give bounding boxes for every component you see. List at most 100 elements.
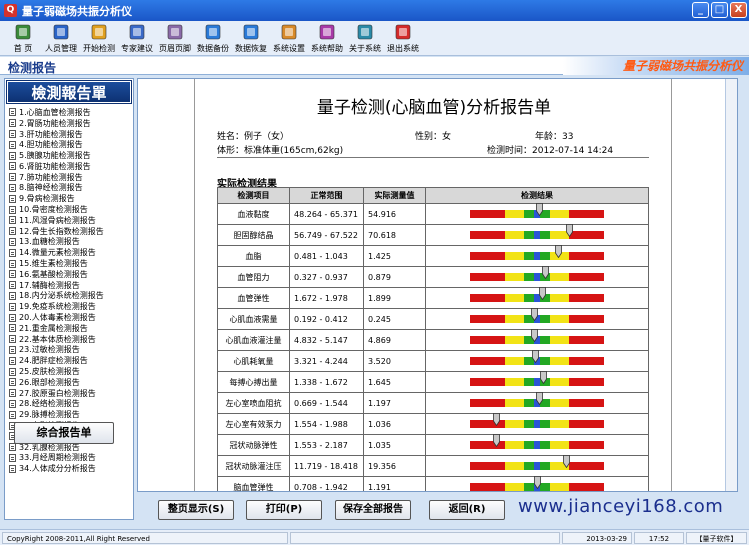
result-item: 心肌血液灌注量 bbox=[217, 329, 290, 351]
toolbar-button-settings[interactable]: 系统设置 bbox=[270, 21, 308, 55]
document-icon bbox=[9, 410, 16, 419]
report-list-item[interactable]: 7.肺功能检测报告 bbox=[5, 172, 133, 183]
result-gauge bbox=[470, 266, 604, 281]
close-button[interactable]: X bbox=[730, 2, 747, 18]
report-list-item[interactable]: 10.骨密度检测报告 bbox=[5, 204, 133, 215]
report-list-item[interactable]: 23.过敏检测报告 bbox=[5, 345, 133, 356]
home-icon bbox=[14, 23, 32, 41]
back-button[interactable]: 返回(R) bbox=[429, 500, 505, 520]
report-list-item[interactable]: 26.眼部检测报告 bbox=[5, 377, 133, 388]
status-time: 17:52 bbox=[634, 532, 684, 544]
report-list-item[interactable]: 9.骨病检测报告 bbox=[5, 193, 133, 204]
maximize-button[interactable]: □ bbox=[711, 2, 728, 18]
report-list-item[interactable]: 6.肾脏功能检测报告 bbox=[5, 161, 133, 172]
report-list-item[interactable]: 11.风湿骨病检测报告 bbox=[5, 215, 133, 226]
report-list-item[interactable]: 5.胰腺功能检测报告 bbox=[5, 150, 133, 161]
toolbar-button-users[interactable]: 人员管理 bbox=[42, 21, 80, 55]
report-list-item-label: 7.肺功能检测报告 bbox=[19, 172, 83, 182]
report-list-item[interactable]: 15.维生素检测报告 bbox=[5, 258, 133, 269]
fit-page-button[interactable]: 整页显示(S) bbox=[158, 500, 234, 520]
report-list-item[interactable]: 3.肝功能检测报告 bbox=[5, 129, 133, 140]
report-list-item[interactable]: 17.辅酶检测报告 bbox=[5, 280, 133, 291]
restore-icon bbox=[242, 23, 260, 41]
result-item: 冠状动脉弹性 bbox=[217, 434, 290, 456]
result-gauge bbox=[470, 329, 604, 344]
report-list-item[interactable]: 19.免疫系统检测报告 bbox=[5, 301, 133, 312]
report-list-item[interactable]: 1.心脑血管检测报告 bbox=[5, 107, 133, 118]
minimize-button[interactable]: _ bbox=[692, 2, 709, 18]
toolbar-button-hand[interactable]: 开始检测 bbox=[80, 21, 118, 55]
report-list-item-label: 34.人体成分分析报告 bbox=[19, 464, 96, 474]
report-list-item[interactable]: 8.脑神经检测报告 bbox=[5, 183, 133, 194]
result-range: 4.832 - 5.147 bbox=[289, 329, 364, 351]
save-all-button[interactable]: 保存全部报告 bbox=[335, 500, 411, 520]
document-icon bbox=[9, 270, 16, 279]
report-list-item[interactable]: 22.基本体质检测报告 bbox=[5, 334, 133, 345]
help-icon bbox=[318, 23, 336, 41]
report-list-item[interactable]: 13.血糖检测报告 bbox=[5, 237, 133, 248]
report-list-item[interactable]: 27.胶原蛋白检测报告 bbox=[5, 388, 133, 399]
result-value: 1.191 bbox=[363, 476, 426, 491]
result-item: 左心室喷血阻抗 bbox=[217, 392, 290, 414]
gauge-pointer-icon bbox=[563, 455, 570, 469]
patient-name: 姓名：例子（女） bbox=[217, 132, 290, 142]
report-list-item[interactable]: 25.皮肤检测报告 bbox=[5, 366, 133, 377]
toolbar-label: 关于系统 bbox=[349, 44, 381, 53]
test-time: 检测时间：2012-07-14 14:24 bbox=[487, 146, 614, 156]
gauge-pointer-icon bbox=[532, 350, 540, 364]
report-list-item-label: 14.微量元素检测报告 bbox=[19, 248, 96, 258]
report-list-item[interactable]: 12.骨生长指数检测报告 bbox=[5, 226, 133, 237]
result-item: 冠状动脉灌注压 bbox=[217, 455, 290, 477]
document-icon bbox=[9, 151, 16, 160]
report-list-item[interactable]: 20.人体毒素检测报告 bbox=[5, 312, 133, 323]
toolbar-label: 开始检测 bbox=[83, 44, 115, 53]
report-list-item[interactable]: 4.胆功能检测报告 bbox=[5, 139, 133, 150]
toolbar-button-restore[interactable]: 数据恢复 bbox=[232, 21, 270, 55]
toolbar-button-home[interactable]: 首 页 bbox=[4, 21, 42, 55]
report-list-item[interactable]: 14.微量元素检测报告 bbox=[5, 247, 133, 258]
report-list-item[interactable]: 29.脉搏检测报告 bbox=[5, 409, 133, 420]
result-value: 1.197 bbox=[363, 392, 426, 414]
result-range: 0.327 - 0.937 bbox=[289, 266, 364, 288]
report-list-item[interactable]: 33.月经周期检测报告 bbox=[5, 453, 133, 464]
toolbar-button-help[interactable]: 系统帮助 bbox=[308, 21, 346, 55]
report-list-item-label: 15.维生素检测报告 bbox=[19, 259, 88, 269]
report-list-item-label: 23.过敏检测报告 bbox=[19, 345, 80, 355]
document-icon bbox=[9, 259, 16, 268]
report-list-item[interactable]: 28.经络检测报告 bbox=[5, 399, 133, 410]
table-row: 血管阻力 0.327 - 0.937 0.879 bbox=[217, 266, 649, 288]
toolbar-button-backup[interactable]: 数据备份 bbox=[194, 21, 232, 55]
gauge-pointer-icon bbox=[493, 434, 501, 448]
result-range: 56.749 - 67.522 bbox=[289, 224, 364, 246]
report-list-item[interactable]: 16.氨基酸检测报告 bbox=[5, 269, 133, 280]
document-icon bbox=[9, 194, 16, 203]
toolbar-button-page[interactable]: 页眉页脚 bbox=[156, 21, 194, 55]
document-icon bbox=[9, 140, 16, 149]
vertical-scrollbar[interactable] bbox=[725, 79, 737, 491]
company-name: 【量子软件】 bbox=[686, 532, 747, 544]
report-list-item[interactable]: 34.人体成分分析报告 bbox=[5, 463, 133, 474]
report-list-item-label: 33.月经周期检测报告 bbox=[19, 453, 96, 463]
toolbar-button-about[interactable]: 关于系统 bbox=[346, 21, 384, 55]
report-list-item-label: 13.血糖检测报告 bbox=[19, 237, 80, 247]
copyright-text: CopyRight 2008-2011,All Right Reserved bbox=[2, 532, 288, 544]
toolbar-label: 系统帮助 bbox=[311, 44, 343, 53]
report-list-item-label: 18.内分泌系统检测报告 bbox=[19, 291, 104, 301]
toolbar-button-document[interactable]: 专家建议 bbox=[118, 21, 156, 55]
summary-report-button[interactable]: 综合报告单 bbox=[14, 422, 114, 444]
report-list-item[interactable]: 21.重金属检测报告 bbox=[5, 323, 133, 334]
report-list-item[interactable]: 18.内分泌系统检测报告 bbox=[5, 291, 133, 302]
report-list-item-label: 26.眼部检测报告 bbox=[19, 377, 80, 387]
report-list-item-label: 2.胃肠功能检测报告 bbox=[19, 118, 91, 128]
result-range: 11.719 - 18.418 bbox=[289, 455, 364, 477]
report-list-item[interactable]: 2.胃肠功能检测报告 bbox=[5, 118, 133, 129]
results-table: 检测项目 正常范围 实际测量值 检测结果 血液黏度 48.264 - 65.371… bbox=[217, 187, 649, 491]
result-value: 3.520 bbox=[363, 350, 426, 372]
print-button[interactable]: 打印(P) bbox=[246, 500, 322, 520]
gauge-pointer-icon bbox=[540, 371, 548, 385]
report-list-item[interactable]: 24.肥胖症检测报告 bbox=[5, 355, 133, 366]
document-icon bbox=[9, 378, 16, 387]
toolbar-button-exit[interactable]: 退出系统 bbox=[384, 21, 422, 55]
app-icon: Q bbox=[4, 4, 17, 17]
result-gauge-cell bbox=[425, 392, 649, 414]
